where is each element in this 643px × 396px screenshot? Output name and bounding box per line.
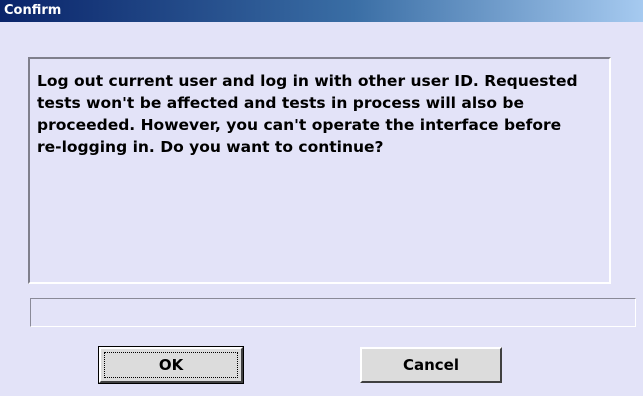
- ok-button-label: OK: [158, 356, 184, 374]
- cancel-button[interactable]: Cancel: [360, 347, 502, 383]
- message-panel: Log out current user and log in with oth…: [28, 57, 611, 284]
- ok-button[interactable]: OK: [98, 346, 244, 384]
- status-field: [30, 298, 636, 327]
- title-bar[interactable]: Confirm: [0, 0, 643, 22]
- confirm-message: Log out current user and log in with oth…: [37, 72, 578, 156]
- dialog-title: Confirm: [4, 3, 62, 18]
- confirm-dialog: Confirm Log out current user and log in …: [0, 0, 643, 396]
- cancel-button-label: Cancel: [402, 356, 459, 374]
